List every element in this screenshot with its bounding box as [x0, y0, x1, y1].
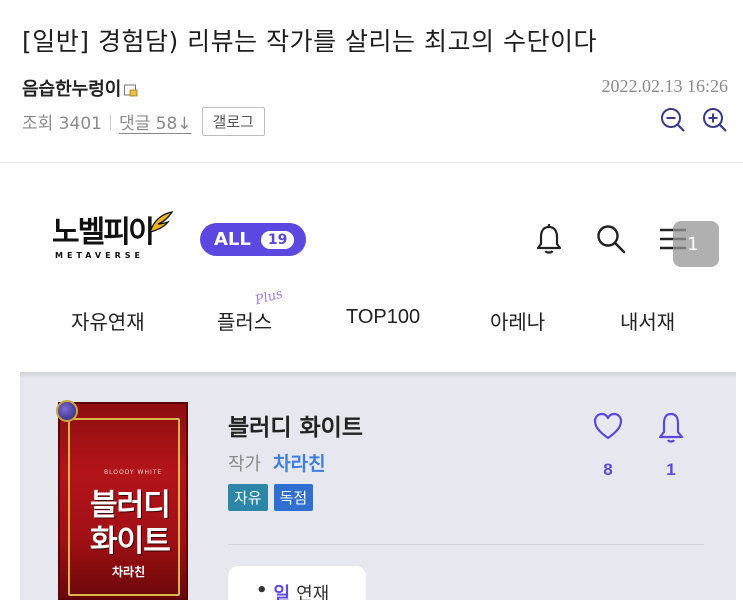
post-title: [일반] 경험담) 리뷰는 작가를 살리는 최고의 수단이다 — [22, 27, 597, 56]
post-date: 2022.02.13 16:26 — [601, 76, 728, 96]
card-shadow — [20, 372, 736, 378]
cover-gem-ornament — [56, 400, 78, 422]
tab-my-library[interactable]: 내서재 — [620, 306, 675, 335]
search-icon[interactable] — [594, 222, 628, 256]
post-meta: 조회 3401 댓글 58↓ 갤로그 — [22, 107, 265, 136]
serial-day: 일 — [273, 584, 291, 600]
novel-author-link[interactable]: 차라친 — [273, 449, 325, 476]
tab-plus[interactable]: 플러스 — [217, 306, 272, 335]
meta-divider — [109, 113, 111, 130]
tag-exclusive: 독점 — [273, 484, 314, 511]
serial-bullet: • — [256, 580, 268, 600]
heart-icon — [593, 412, 623, 440]
author-name[interactable]: 음습한누렁이 — [22, 75, 121, 101]
view-count: 조회 3401 — [22, 114, 102, 134]
cover-author: 차라친 — [112, 565, 146, 579]
zoom-controls — [659, 106, 729, 134]
serial-label: 연재 — [296, 584, 330, 600]
author-label: 작가 — [228, 454, 262, 475]
novelpia-logo[interactable]: 노벨피아 METAVERSE — [52, 210, 174, 260]
zoom-out-icon[interactable] — [659, 106, 687, 134]
book-cover[interactable]: BLOODY WHITE 블러디 화이트 차라친 — [56, 400, 188, 600]
card-divider — [228, 544, 704, 545]
zoom-in-icon[interactable] — [701, 106, 729, 134]
notification-bell-icon[interactable] — [532, 222, 566, 256]
tab-free-serial[interactable]: 자유연재 — [71, 306, 145, 335]
like-count: 8 — [603, 460, 613, 479]
tag-free: 자유 — [228, 484, 268, 511]
tab-arena[interactable]: 아레나 — [490, 306, 545, 335]
novel-tags: 자유 독점 — [228, 484, 314, 511]
tab-top100[interactable]: TOP100 — [346, 306, 420, 329]
menu-badge-overlay: 1 — [673, 221, 719, 267]
cover-frame: BLOODY WHITE 블러디 화이트 차라친 — [68, 418, 180, 596]
bell-icon — [658, 412, 684, 443]
cover-subtitle: BLOODY WHITE — [104, 469, 163, 476]
all-label: ALL — [214, 229, 251, 250]
novel-title[interactable]: 블러디 화이트 — [228, 408, 363, 442]
logo-text: 노벨피아 — [52, 215, 156, 250]
all-count-badge: 19 — [260, 230, 295, 249]
novel-author-line: 작가 차라친 — [228, 449, 326, 476]
comment-count-link[interactable]: 댓글 58↓ — [119, 109, 192, 134]
main-nav: 자유연재 플러스 TOP100 아레나 내서재 — [0, 306, 743, 336]
member-badge-icon — [124, 84, 138, 96]
wing-icon — [148, 210, 174, 233]
cover-title-line2: 화이트 — [90, 524, 171, 559]
author-row: 음습한누렁이 — [22, 75, 138, 101]
post-header: [일반] 경험담) 리뷰는 작가를 살리는 최고의 수단이다 음습한누렁이 20… — [0, 0, 743, 163]
alarm-count: 1 — [666, 460, 676, 479]
logo-subtext: METAVERSE — [55, 251, 144, 260]
all-filter-pill[interactable]: ALL 19 — [200, 223, 306, 256]
like-stat[interactable]: 8 — [588, 410, 628, 480]
serial-day-chip: • 일 연재 — [228, 566, 366, 600]
gallog-button[interactable]: 갤로그 — [201, 107, 265, 136]
alarm-stat[interactable]: 1 — [651, 410, 691, 480]
